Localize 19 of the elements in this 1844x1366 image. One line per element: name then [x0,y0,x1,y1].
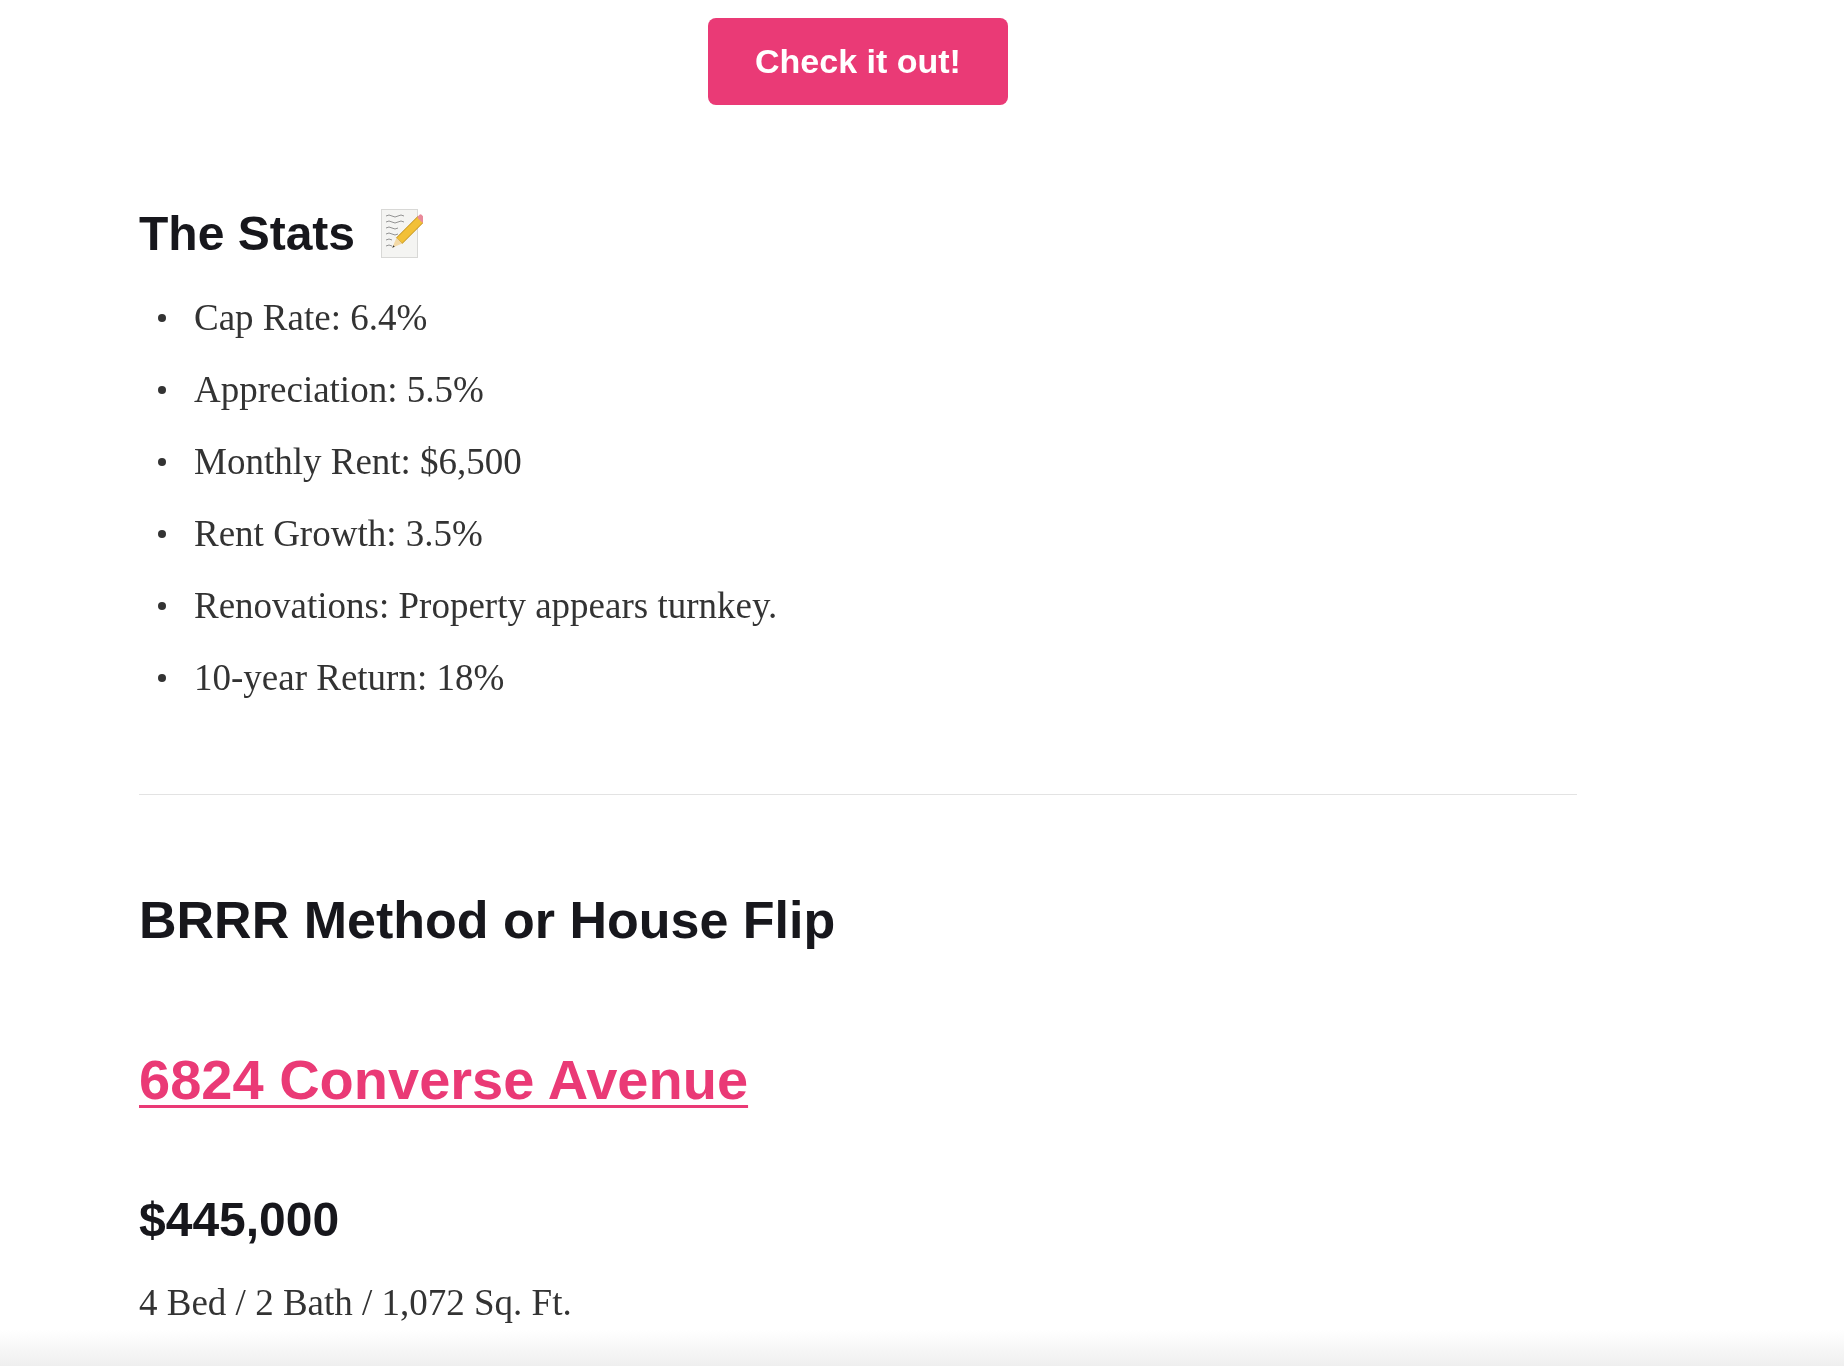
check-it-out-button[interactable]: Check it out! [708,18,1008,105]
bullet-icon [158,458,166,466]
bullet-icon [158,314,166,322]
bullet-icon [158,386,166,394]
stat-item: 10-year Return: 18% [194,656,505,700]
price-text: $445,000 [139,1192,340,1248]
stat-item: Cap Rate: 6.4% [194,296,428,340]
address-link[interactable]: 6824 Converse Avenue [139,1046,749,1114]
stat-item: Appreciation: 5.5% [194,368,484,412]
stat-item: Rent Growth: 3.5% [194,512,483,556]
section-heading: The Stats [139,206,356,262]
bullet-icon [158,674,166,682]
memo-pencil-icon [381,209,424,259]
bullet-icon [158,530,166,538]
stat-item: Renovations: Property appears turnkey. [194,584,778,628]
stat-item: Monthly Rent: $6,500 [194,440,522,484]
property-specs: 4 Bed / 2 Bath / 1,072 Sq. Ft. [139,1281,572,1325]
bullet-icon [158,602,166,610]
section-heading: BRRR Method or House Flip [139,890,836,951]
